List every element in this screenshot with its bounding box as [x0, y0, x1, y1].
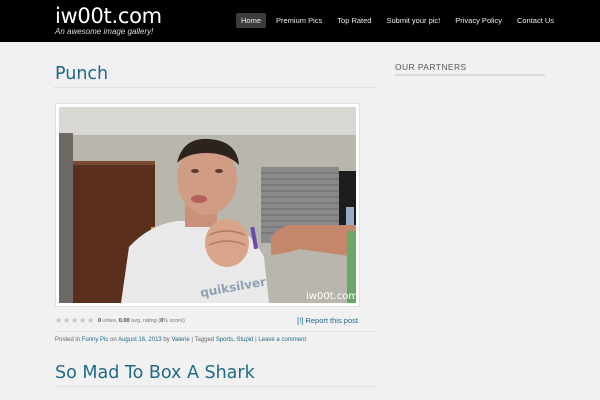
site-logo[interactable]: iw00t.com	[55, 4, 162, 28]
nav-item-contact-us[interactable]: Contact Us	[512, 13, 559, 28]
rating-summary: 0 votes, 0.00 avg. rating (0% score)	[98, 318, 185, 324]
post-title[interactable]: Punch	[55, 64, 375, 84]
sidebar: OUR PARTNERS	[395, 62, 545, 76]
divider	[55, 386, 375, 387]
nav-item-home[interactable]: Home	[236, 13, 267, 28]
star-icon[interactable]: ★	[55, 317, 63, 325]
divider	[55, 87, 375, 88]
date-link[interactable]: August 16, 2013	[118, 337, 162, 343]
post-meta: Posted in Funny Pic on August 16, 2013 b…	[55, 331, 375, 343]
nav-item-premium-pics[interactable]: Premium Pics	[271, 13, 327, 28]
main-content: Punch quiksilver iw00t.com ★ ★ ★ ★ ★ 0 v…	[55, 42, 375, 387]
tag-link-stupid[interactable]: Stupid	[237, 337, 254, 343]
main-nav: Home Premium Pics Top Rated Submit your …	[236, 13, 564, 28]
post-title-2[interactable]: So Mad To Box A Shark	[55, 363, 375, 383]
punch-photo: quiksilver iw00t.com	[59, 107, 356, 303]
post-image[interactable]: quiksilver iw00t.com	[59, 107, 356, 303]
image-watermark: iw00t.com	[306, 291, 356, 302]
star-icon[interactable]: ★	[87, 317, 95, 325]
author-link[interactable]: Valerie	[171, 337, 189, 343]
nav-item-privacy-policy[interactable]: Privacy Policy	[450, 13, 507, 28]
nav-item-submit-pic[interactable]: Submit your pic!	[381, 13, 445, 28]
report-post-link[interactable]: [!] Report this post	[297, 316, 358, 325]
star-icon[interactable]: ★	[71, 317, 79, 325]
category-link[interactable]: Funny Pic	[82, 337, 109, 343]
site-tagline: An awesome image gallery!	[55, 27, 154, 36]
star-icon[interactable]: ★	[79, 317, 87, 325]
star-rating[interactable]: ★ ★ ★ ★ ★	[55, 317, 95, 325]
site-header: iw00t.com An awesome image gallery! Home…	[0, 0, 600, 42]
nav-item-top-rated[interactable]: Top Rated	[332, 13, 376, 28]
post-image-frame: quiksilver iw00t.com	[55, 103, 360, 307]
star-icon[interactable]: ★	[63, 317, 71, 325]
leave-comment-link[interactable]: Leave a comment	[258, 337, 306, 343]
rating-row: ★ ★ ★ ★ ★ 0 votes, 0.00 avg. rating (0% …	[55, 316, 360, 328]
widget-title-partners: OUR PARTNERS	[395, 62, 545, 76]
tag-link-sports[interactable]: Sports	[216, 337, 233, 343]
